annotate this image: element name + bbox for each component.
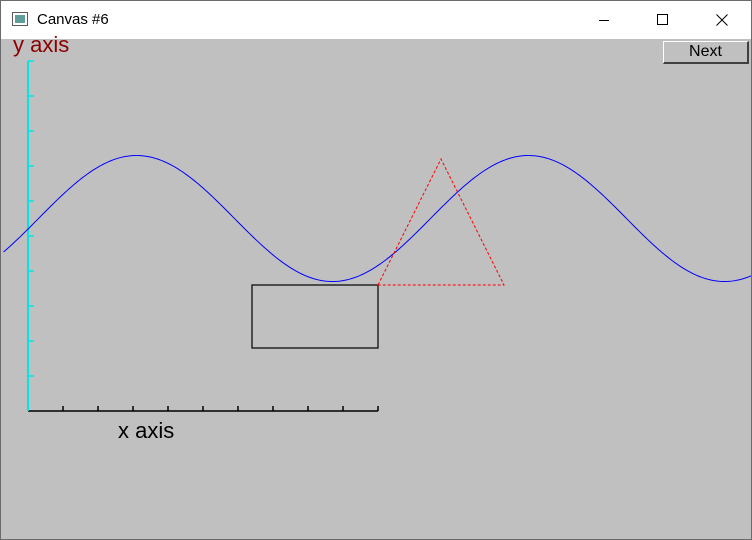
close-button[interactable]: [699, 1, 745, 39]
canvas-window: Canvas #6 y axis x axis Next: [0, 0, 752, 540]
x-axis-label: x axis: [118, 418, 175, 443]
maximize-icon: [657, 14, 668, 25]
plot-svg: [3, 60, 751, 412]
canvas-area[interactable]: y axis x axis Next: [1, 33, 751, 539]
minimize-icon: [599, 20, 609, 21]
rectangle-shape: [251, 284, 379, 349]
minimize-button[interactable]: [581, 1, 627, 39]
window-title: Canvas #6: [37, 11, 109, 28]
title-bar[interactable]: Canvas #6: [1, 1, 751, 39]
y-axis-label: y axis: [13, 32, 70, 57]
triangle-shape: [377, 157, 505, 286]
maximize-button[interactable]: [640, 1, 686, 39]
close-icon: [716, 14, 728, 26]
next-button[interactable]: Next: [663, 41, 749, 64]
sine-curve: [3, 154, 751, 283]
canvas-app-icon: [12, 12, 28, 26]
